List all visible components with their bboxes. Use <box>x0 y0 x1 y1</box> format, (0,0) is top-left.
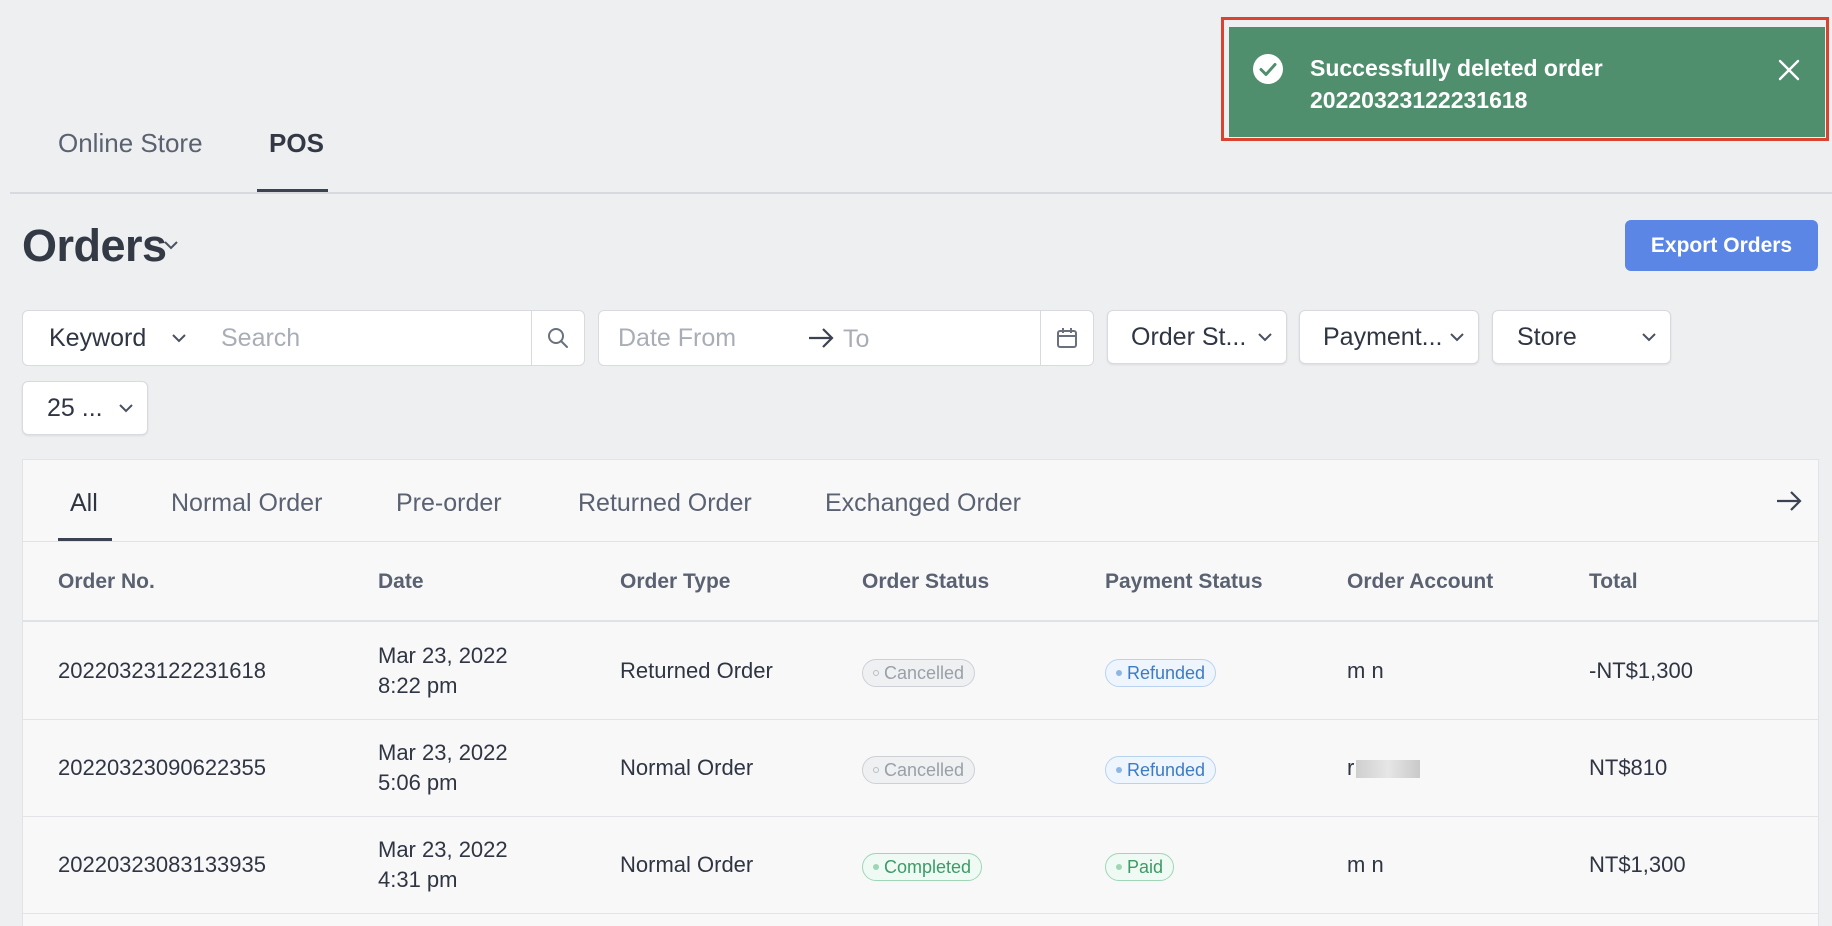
chevron-down-icon <box>1642 333 1656 342</box>
tab-pos[interactable]: POS <box>269 128 324 159</box>
order-tabs-divider <box>22 541 1819 542</box>
tab-returned-order[interactable]: Returned Order <box>578 489 752 518</box>
column-header-order-status[interactable]: Order Status <box>862 570 989 594</box>
order-time: 4:31 pm <box>378 867 458 892</box>
tab-exchanged-order[interactable]: Exchanged Order <box>825 489 1021 518</box>
arrow-right-icon <box>809 328 834 348</box>
payment-status-badge: Refunded <box>1105 659 1217 687</box>
calendar-button[interactable] <box>1040 310 1094 366</box>
tab-pre-order[interactable]: Pre-order <box>396 489 502 518</box>
order-total: NT$810 <box>1589 755 1668 780</box>
keyword-select-value: Keyword <box>49 323 147 352</box>
order-number[interactable]: 20220323090622355 <box>58 753 266 783</box>
chevron-down-icon <box>119 404 133 413</box>
payment-status-badge: Paid <box>1105 853 1175 881</box>
column-header-payment-status[interactable]: Payment Status <box>1105 570 1263 594</box>
store-filter-value: Store <box>1517 322 1577 351</box>
order-date: Mar 23, 2022 <box>378 837 508 862</box>
order-type: Returned Order <box>620 658 773 683</box>
arrow-right-icon[interactable] <box>1775 489 1803 513</box>
order-status-filter-value: Order St... <box>1131 322 1247 351</box>
page-title: Orders <box>22 220 167 271</box>
order-status-badge: Cancelled <box>862 659 976 687</box>
search-button[interactable] <box>531 310 585 366</box>
toast-message: Successfully deleted order 2022032312223… <box>1310 52 1603 116</box>
column-header-order-account[interactable]: Order Account <box>1347 570 1493 594</box>
order-time: 5:06 pm <box>378 770 458 795</box>
row-divider <box>22 913 1819 914</box>
order-status-badge: Cancelled <box>862 756 976 784</box>
column-header-date[interactable]: Date <box>378 570 424 594</box>
tab-all[interactable]: All <box>70 489 98 518</box>
order-date: Mar 23, 2022 <box>378 643 508 668</box>
payment-status-text: Refunded <box>1127 759 1206 780</box>
payment-status-text: Paid <box>1127 856 1164 877</box>
payment-status-filter-value: Payment... <box>1323 322 1443 351</box>
order-status-filter[interactable]: Order St... <box>1107 310 1287 364</box>
order-number[interactable]: 20220323122231618 <box>58 656 266 686</box>
tab-normal-order[interactable]: Normal Order <box>171 489 322 518</box>
page-size-value: 25 ... <box>47 393 103 422</box>
header-divider <box>22 620 1819 622</box>
order-status-text: Completed <box>884 856 972 877</box>
toast-message-line2: 20220323122231618 <box>1310 87 1528 113</box>
date-to-field[interactable]: To <box>843 325 869 354</box>
date-range-input[interactable]: Date From To <box>598 310 1041 366</box>
redacted-area <box>1356 760 1421 779</box>
column-header-total[interactable]: Total <box>1589 570 1638 594</box>
column-header-order-type[interactable]: Order Type <box>620 570 730 594</box>
order-status-text: Cancelled <box>884 662 965 683</box>
chevron-down-icon <box>172 334 186 343</box>
chevron-down-icon <box>1258 333 1272 342</box>
order-account: m n <box>1347 852 1384 877</box>
calendar-icon <box>1057 328 1077 348</box>
store-filter[interactable]: Store <box>1492 310 1671 364</box>
export-orders-button[interactable]: Export Orders <box>1625 220 1818 271</box>
search-input[interactable]: Search <box>202 310 532 366</box>
check-circle-icon <box>1253 54 1283 84</box>
order-type: Normal Order <box>620 852 754 877</box>
keyword-select[interactable]: Keyword <box>22 310 203 366</box>
order-total: -NT$1,300 <box>1589 658 1693 683</box>
payment-status-filter[interactable]: Payment... <box>1299 310 1479 364</box>
order-account-text: r <box>1347 755 1355 780</box>
payment-status-text: Refunded <box>1127 662 1206 683</box>
order-date: Mar 23, 2022 <box>378 740 508 765</box>
order-total: NT$1,300 <box>1589 852 1686 877</box>
payment-status-badge: Refunded <box>1105 756 1217 784</box>
tab-online-store[interactable]: Online Store <box>58 128 203 159</box>
chevron-down-icon <box>1450 333 1464 342</box>
chevron-down-icon[interactable] <box>163 240 179 250</box>
order-number[interactable]: 20220323083133935 <box>58 850 266 880</box>
page-size-select[interactable]: 25 ... <box>22 381 148 435</box>
toast-message-line1: Successfully deleted order <box>1310 55 1603 81</box>
order-type: Normal Order <box>620 755 754 780</box>
order-time: 8:22 pm <box>378 673 458 698</box>
order-account: m n <box>1347 658 1384 683</box>
date-from-field[interactable]: Date From <box>618 324 736 353</box>
order-status-text: Cancelled <box>884 759 965 780</box>
search-icon <box>548 328 568 348</box>
order-status-badge: Completed <box>862 853 983 881</box>
column-header-order-no[interactable]: Order No. <box>58 570 155 594</box>
tabs-divider <box>10 192 1832 194</box>
row-divider <box>22 816 1819 817</box>
row-divider <box>22 719 1819 720</box>
close-icon[interactable] <box>1777 58 1801 82</box>
search-placeholder: Search <box>221 323 301 352</box>
order-account: r <box>1347 753 1421 783</box>
